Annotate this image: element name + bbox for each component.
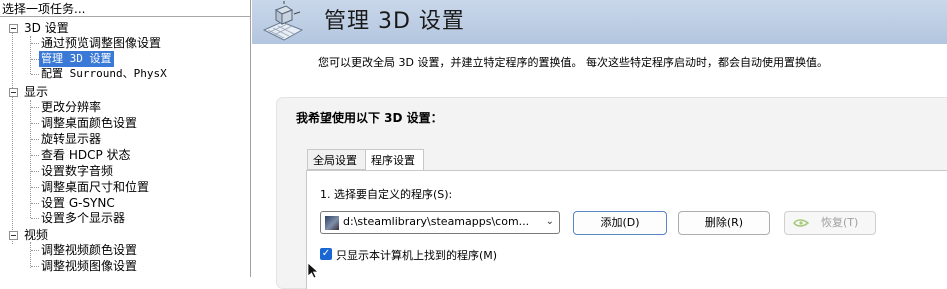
main-panel: 管理 3D 设置 您可以更改全局 3D 设置，并建立特定程序的置换值。 每次这些… <box>252 0 947 289</box>
tree-item-label: 查看 HDCP 状态 <box>41 148 131 162</box>
tree-item-label: 调整视频颜色设置 <box>41 243 138 257</box>
tree-category-video[interactable]: 视频 <box>0 227 250 243</box>
tree-item-digital-audio[interactable]: 设置数字音频 <box>0 163 250 179</box>
nvidia-logo-icon <box>793 219 809 227</box>
only-installed-label: 只显示本计算机上找到的程序(M) <box>336 249 498 262</box>
chevron-down-icon: ⌄ <box>545 216 554 227</box>
category-label: 视频 <box>24 228 49 242</box>
tree-item-label: 配置 Surround、PhysX <box>41 67 167 80</box>
add-button[interactable]: 添加(D) <box>573 211 667 235</box>
tree-item-multiple-displays[interactable]: 设置多个显示器 <box>0 210 250 226</box>
tree-item-change-resolution[interactable]: 更改分辨率 <box>0 99 250 115</box>
tree-item-label: 旋转显示器 <box>41 132 102 146</box>
restore-button-label: 恢复(T) <box>821 216 859 229</box>
tree-item-label: 调整视频图像设置 <box>41 259 138 273</box>
tab-program-settings[interactable]: 程序设置 <box>365 149 424 171</box>
tree-category-display[interactable]: 显示 <box>0 84 250 100</box>
tree-item-label: 管理 3D 设置 <box>39 51 114 67</box>
tab-global-settings[interactable]: 全局设置 <box>307 149 366 170</box>
divider <box>0 16 250 17</box>
checkbox-checked-icon[interactable]: ✓ <box>320 248 332 260</box>
page-description: 您可以更改全局 3D 设置，并建立特定程序的置换值。 每次这些特定程序启动时，都… <box>318 56 828 69</box>
header-banner: 管理 3D 设置 <box>252 0 947 44</box>
tree-item-video-color[interactable]: 调整视频颜色设置 <box>0 242 250 258</box>
tree-item-label: 调整桌面颜色设置 <box>41 116 138 130</box>
program-select[interactable]: d:\steamlibrary\steamapps\com... ⌄ <box>320 211 560 234</box>
tree-item-desktop-size-position[interactable]: 调整桌面尺寸和位置 <box>0 179 250 195</box>
select-program-label: 1. 选择要自定义的程序(S): <box>320 188 453 201</box>
page-title: 管理 3D 设置 <box>324 9 465 34</box>
tree-category-3d[interactable]: 3D 设置 <box>0 20 250 36</box>
collapse-toggle-icon[interactable] <box>9 24 18 33</box>
tree-item-label: 更改分辨率 <box>41 100 102 114</box>
tree-item-manage-3d-settings[interactable]: 管理 3D 设置 <box>0 51 250 67</box>
tree-item-label: 通过预览调整图像设置 <box>41 36 162 50</box>
restore-button[interactable]: 恢复(T) <box>784 211 876 235</box>
tree-item-label: 设置 G-SYNC <box>41 196 115 210</box>
tree-item-desktop-color[interactable]: 调整桌面颜色设置 <box>0 115 250 131</box>
task-panel-title: 选择一项任务... <box>2 2 86 16</box>
category-label: 3D 设置 <box>24 21 69 35</box>
collapse-toggle-icon[interactable] <box>9 88 18 97</box>
tree-item-label: 调整桌面尺寸和位置 <box>41 180 150 194</box>
program-settings-pane: 1. 选择要自定义的程序(S): d:\steamlibrary\steamap… <box>306 170 947 289</box>
program-select-value: d:\steamlibrary\steamapps\com... <box>343 215 530 228</box>
tree-item-label: 设置多个显示器 <box>41 211 126 225</box>
category-label: 显示 <box>24 85 49 99</box>
settings-card: 我希望使用以下 3D 设置： 全局设置 程序设置 1. 选择要自定义的程序(S)… <box>276 97 947 289</box>
settings-heading: 我希望使用以下 3D 设置： <box>296 111 443 125</box>
3d-settings-icon <box>262 1 304 41</box>
tree-item-preview-image-settings[interactable]: 通过预览调整图像设置 <box>0 35 250 51</box>
tree-item-gsync[interactable]: 设置 G-SYNC <box>0 195 250 211</box>
delete-button[interactable]: 删除(R) <box>678 211 770 235</box>
tree-item-video-image[interactable]: 调整视频图像设置 <box>0 258 250 274</box>
tree-item-surround-physx[interactable]: 配置 Surround、PhysX <box>0 66 250 82</box>
tree-item-label: 设置数字音频 <box>41 164 114 178</box>
tree-item-hdcp-status[interactable]: 查看 HDCP 状态 <box>0 147 250 163</box>
tree-item-rotate-display[interactable]: 旋转显示器 <box>0 131 250 147</box>
program-icon <box>325 216 339 230</box>
task-panel: 选择一项任务... 3D 设置 通过预览调整图像设置 管理 3D 设置 配置 S… <box>0 0 251 277</box>
collapse-toggle-icon[interactable] <box>9 231 18 240</box>
